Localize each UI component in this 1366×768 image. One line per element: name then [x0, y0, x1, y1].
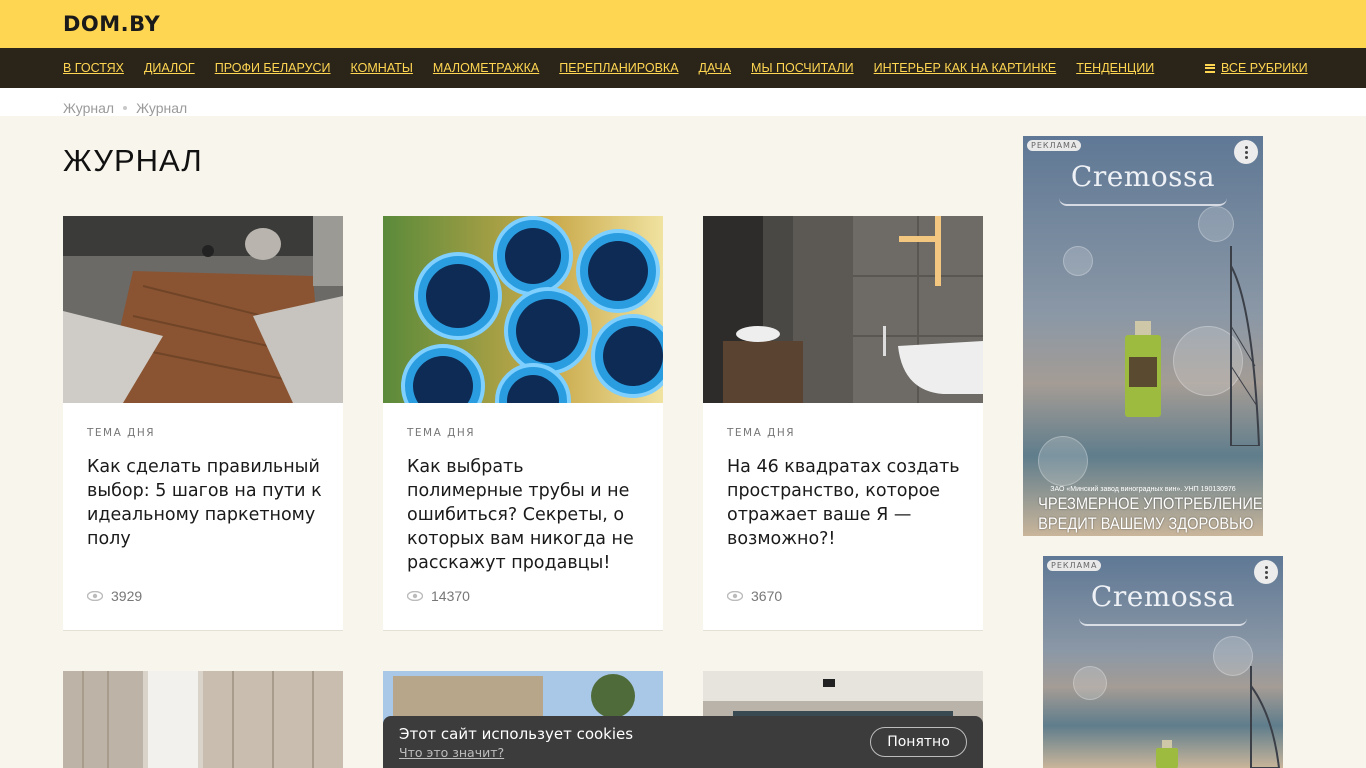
rubric-nav-list: В гостях Диалог Профи Беларуси Комнаты М… [63, 48, 1174, 88]
article-image[interactable] [63, 671, 343, 768]
ad-brand-swoosh [1079, 618, 1247, 626]
article-tag: Тема дня [727, 427, 796, 439]
ad-label: РЕКЛАМА [1027, 140, 1082, 151]
ad-banner[interactable]: РЕКЛАМА Cremossa [1043, 556, 1283, 768]
article-image[interactable] [703, 216, 983, 403]
nav-item-komnaty[interactable]: Комнаты [351, 61, 413, 75]
view-count: 14370 [407, 588, 470, 604]
site-header: DOM.BY [0, 0, 1366, 48]
nav-item-tendencii[interactable]: Тенденции [1076, 61, 1154, 75]
article-title[interactable]: На 46 квадратах создать пространство, ко… [727, 455, 963, 551]
burj-al-arab-illustration [1250, 666, 1281, 768]
cookie-accept-button[interactable]: Понятно [870, 727, 967, 757]
article-title[interactable]: Как сделать правильный выбор: 5 шагов на… [87, 455, 323, 551]
ad-banner[interactable]: РЕКЛАМА Cremossa ЗАО «Минский завод вино… [1023, 136, 1263, 536]
bottle-illustration [1156, 740, 1178, 768]
nav-item-malometrazhka[interactable]: Малометражка [433, 61, 539, 75]
view-count-value: 3929 [111, 588, 143, 604]
cookie-message: Этот сайт использует cookies [399, 725, 634, 743]
burj-al-arab-illustration [1230, 246, 1261, 446]
breadcrumb-item-current: Журнал [136, 100, 188, 116]
ad-label: РЕКЛАМА [1047, 560, 1102, 571]
ad-warning-line2: ВРЕДИТ ВАШЕМУ ЗДОРОВЬЮ [1038, 514, 1254, 533]
nav-item-pereplanirovka[interactable]: Перепланировка [559, 61, 678, 75]
article-card[interactable]: Тема дня Как выбрать полимерные трубы и … [383, 216, 663, 631]
view-count-value: 14370 [431, 588, 470, 604]
cookie-banner: Этот сайт использует cookies Что это зна… [383, 716, 983, 768]
nav-item-dialog[interactable]: Диалог [144, 61, 195, 75]
article-tag: Тема дня [87, 427, 156, 439]
breadcrumb-band [0, 88, 1366, 116]
ad-warning-line1: ЧРЕЗМЕРНОЕ УПОТРЕБЛЕНИЕ АЛКОГОЛЯ [1038, 494, 1263, 513]
article-card[interactable]: Тема дня Как сделать правильный выбор: 5… [63, 216, 343, 631]
all-rubrics-label: Все рубрики [1221, 61, 1308, 75]
article-tag: Тема дня [407, 427, 476, 439]
breadcrumb-separator [123, 106, 128, 110]
article-image[interactable] [63, 216, 343, 403]
nav-item-v-gostyakh[interactable]: В гостях [63, 61, 124, 75]
bottle-illustration [1125, 321, 1161, 417]
eye-icon [407, 591, 423, 601]
site-logo[interactable]: DOM.BY [63, 12, 160, 36]
nav-item-profi[interactable]: Профи Беларуси [215, 61, 331, 75]
all-rubrics-link[interactable]: Все рубрики [1205, 48, 1308, 88]
cookie-info-link[interactable]: Что это значит? [399, 745, 504, 760]
rubric-nav: В гостях Диалог Профи Беларуси Комнаты М… [0, 48, 1366, 88]
eye-icon [727, 591, 743, 601]
eye-icon [87, 591, 103, 601]
article-image[interactable] [383, 216, 663, 403]
nav-item-my-poschitali[interactable]: Мы посчитали [751, 61, 854, 75]
article-card[interactable]: Тема дня На 46 квадратах создать простра… [703, 216, 983, 631]
view-count-value: 3670 [751, 588, 783, 604]
ad-brand: Cremossa [1090, 580, 1236, 613]
article-card[interactable] [63, 671, 343, 768]
view-count: 3670 [727, 588, 782, 604]
page-title: ЖУРНАЛ [63, 143, 203, 178]
ad-brand: Cremossa [1070, 160, 1216, 193]
breadcrumb: Журнал Журнал [63, 100, 187, 116]
breadcrumb-item[interactable]: Журнал [63, 100, 114, 116]
nav-item-interier[interactable]: Интерьер как на картинке [874, 61, 1057, 75]
nav-item-dacha[interactable]: Дача [699, 61, 732, 75]
article-title[interactable]: Как выбрать полимерные трубы и не ошибит… [407, 455, 643, 575]
view-count: 3929 [87, 588, 142, 604]
ad-brand-swoosh [1059, 198, 1227, 206]
ad-fine-print: ЗАО «Минский завод виноградных вин». УНП… [1050, 486, 1236, 493]
menu-icon [1205, 63, 1215, 73]
